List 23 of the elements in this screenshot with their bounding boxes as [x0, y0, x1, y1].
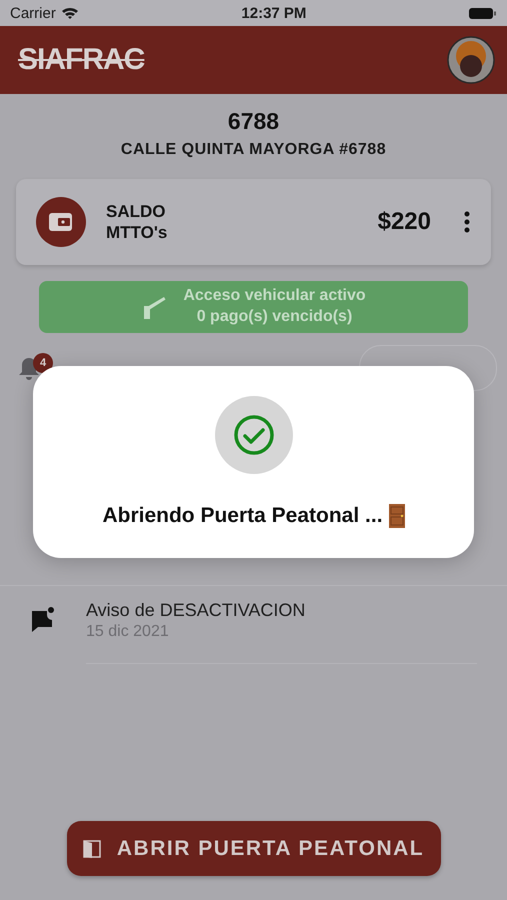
balance-label: SALDO MTTO's — [106, 200, 168, 244]
access-status: Acceso vehicular activo 0 pago(s) vencido(s) — [183, 286, 366, 327]
app-logo: SIAFRAC — [18, 43, 144, 77]
door-icon — [388, 504, 405, 528]
notification-date: 15 dic 2021 — [86, 623, 170, 641]
dialog-message: Abriendo Puerta Peatonal ... — [102, 504, 383, 528]
carrier-name: Carrier — [10, 4, 56, 22]
message-icon — [30, 606, 56, 632]
wifi-icon — [60, 6, 79, 20]
status-time: 12:37 PM — [241, 4, 306, 22]
more-icon[interactable] — [463, 211, 471, 233]
avatar[interactable] — [447, 36, 495, 84]
door-icon — [82, 838, 101, 858]
wallet-icon — [36, 197, 86, 247]
success-check-icon — [214, 396, 292, 474]
property-address: CALLE QUINTA MAYORGA #6788 — [120, 141, 386, 159]
notification-title[interactable]: Aviso de DESACTIVACION — [86, 600, 477, 621]
barrier-gate-icon — [141, 294, 168, 320]
bell-icon[interactable] — [18, 356, 40, 380]
property-number: 6788 — [228, 108, 280, 135]
open-door-button[interactable]: ABRIR PUERTA PEATONAL — [66, 821, 440, 876]
battery-icon — [468, 6, 497, 20]
balance-amount: $220 — [378, 208, 431, 236]
